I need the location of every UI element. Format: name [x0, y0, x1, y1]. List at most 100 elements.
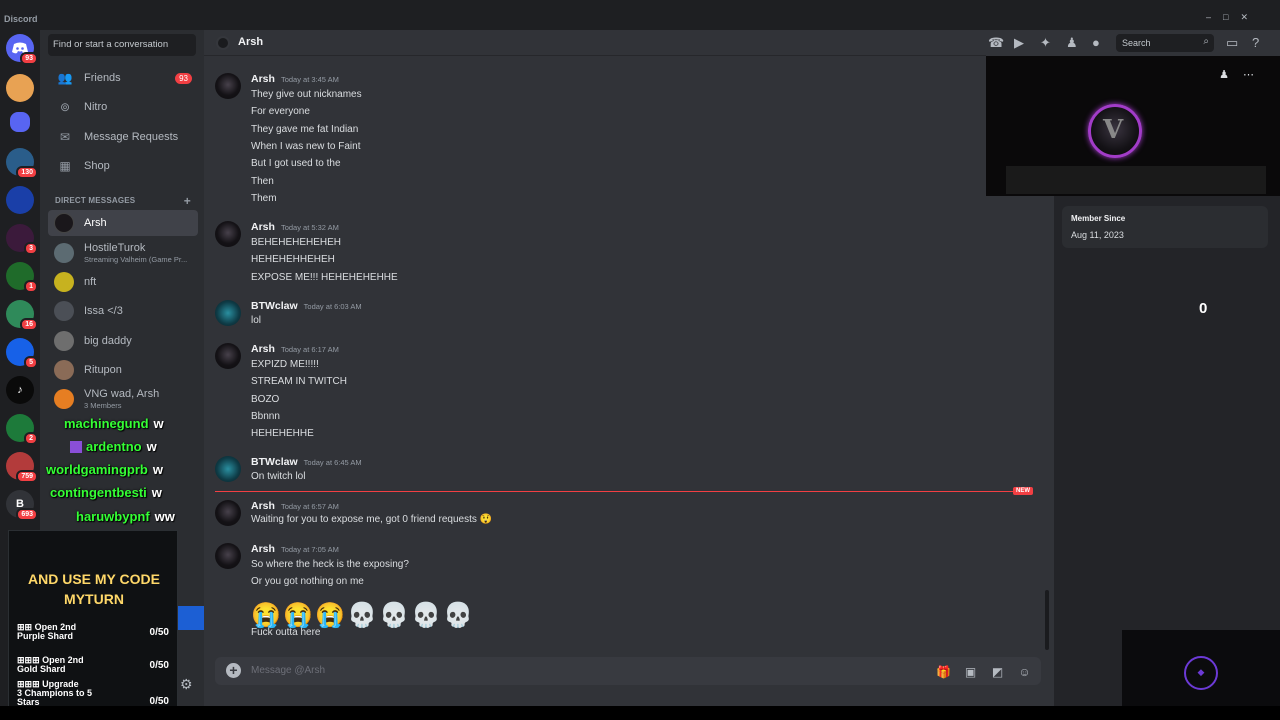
- sticker-icon[interactable]: ◩: [989, 663, 1006, 680]
- avatar[interactable]: [215, 543, 241, 569]
- video-call-icon[interactable]: ▶: [1014, 35, 1024, 51]
- find-conversation-input[interactable]: Find or start a conversation: [48, 34, 196, 56]
- attach-plus-icon[interactable]: +: [226, 663, 241, 678]
- message-group: BTWclaw Today at 6:45 AM On twitch lol: [215, 456, 1035, 486]
- message-author[interactable]: Arsh Today at 3:45 AM: [251, 73, 339, 85]
- message-text: lol: [251, 315, 262, 326]
- member-since-card: Member Since Aug 11, 2023: [1062, 206, 1268, 248]
- folder-icon[interactable]: [10, 112, 30, 132]
- settings-gear-icon[interactable]: ⚙: [180, 676, 193, 693]
- avatar: [54, 272, 74, 292]
- user-profile-icon[interactable]: ●: [1092, 35, 1100, 50]
- nav-nitro[interactable]: ⊚ Nitro: [48, 94, 198, 120]
- dm-item-ritupon[interactable]: Ritupon: [48, 357, 198, 383]
- avatar[interactable]: [215, 343, 241, 369]
- nav-shop[interactable]: ▦ Shop: [48, 153, 198, 179]
- server-icon[interactable]: 130: [6, 148, 38, 179]
- new-messages-divider: NEW: [215, 487, 1033, 495]
- new-badge: NEW: [1013, 487, 1033, 495]
- gif-icon[interactable]: ▣: [962, 663, 979, 680]
- help-icon[interactable]: ?: [1252, 35, 1259, 50]
- channel-title: Arsh: [238, 36, 264, 48]
- home-button[interactable]: 93: [6, 34, 38, 65]
- profile-actions[interactable]: ♟⋯: [1219, 68, 1268, 81]
- create-dm-plus-icon[interactable]: +: [184, 194, 191, 208]
- message-text: They give out nicknames: [251, 89, 362, 100]
- nav-friends[interactable]: 👥 Friends 93: [48, 65, 198, 91]
- avatar: [54, 360, 74, 380]
- server-icon[interactable]: 16: [6, 300, 38, 331]
- message-author[interactable]: Arsh Today at 6:57 AM: [251, 500, 339, 512]
- skull-emoji: 💀: [379, 601, 409, 629]
- avatar[interactable]: [215, 500, 241, 526]
- pin-icon[interactable]: ✦: [1040, 35, 1051, 51]
- dm-item-arsh[interactable]: Arsh: [48, 210, 198, 236]
- loudly-crying-emoji: 😭: [315, 601, 345, 629]
- server-icon[interactable]: 5: [6, 338, 38, 369]
- dm-item-hostileturok[interactable]: HostileTurok Streaming Valheim (Game Pr..…: [48, 240, 198, 266]
- avatar[interactable]: [215, 300, 241, 326]
- message-text: BEHEHEHEHEHEH: [251, 237, 342, 248]
- tiktok-server-icon[interactable]: ♪: [6, 376, 34, 404]
- message-text: STREAM IN TWITCH: [251, 376, 347, 387]
- message-author[interactable]: Arsh Today at 5:32 AM: [251, 221, 339, 233]
- message-text: HEHEHEHHEHEH: [251, 254, 335, 265]
- mail-icon: ✉: [59, 130, 71, 144]
- add-friend-icon[interactable]: ♟: [1066, 35, 1078, 51]
- message-text: When I was new to Faint: [251, 141, 361, 152]
- message-composer[interactable]: + Message @Arsh 🎁 ▣ ◩ ☺: [215, 657, 1041, 685]
- message-text: Or you got nothing on me: [251, 576, 364, 587]
- profile-avatar[interactable]: V: [1088, 104, 1142, 158]
- server-icon[interactable]: [6, 74, 34, 102]
- message-text: Them: [251, 193, 277, 204]
- inbox-icon[interactable]: ▭: [1226, 35, 1238, 51]
- emoji-picker-icon[interactable]: ☺: [1016, 663, 1033, 680]
- avatar: [54, 331, 74, 351]
- overlay-counter: 0: [1199, 300, 1208, 317]
- server-icon[interactable]: B 693: [6, 490, 38, 521]
- message-group: BTWclaw Today at 6:03 AM lol: [215, 300, 1035, 330]
- chat-scrollbar[interactable]: [1045, 590, 1049, 650]
- message-author[interactable]: Arsh Today at 6:17 AM: [251, 343, 339, 355]
- message-input[interactable]: Message @Arsh: [251, 665, 325, 676]
- message-text: BOZO: [251, 394, 280, 405]
- group-avatar: [54, 389, 74, 409]
- promo-code: AND USE MY CODE MYTURN: [28, 571, 160, 607]
- message-author[interactable]: Arsh Today at 7:05 AM: [251, 543, 339, 555]
- message-text: EXPOSE ME!!! HEHEHEHEHHE: [251, 272, 398, 283]
- server-icon[interactable]: 3: [6, 224, 38, 255]
- skull-emoji: 💀: [411, 601, 441, 629]
- avatar[interactable]: [215, 73, 241, 99]
- server-icon[interactable]: 759: [6, 452, 38, 483]
- profile-banner: ♟⋯ V: [986, 56, 1280, 196]
- dm-item-group[interactable]: VNG wad, Arsh 3 Members: [48, 386, 198, 412]
- avatar[interactable]: [215, 456, 241, 482]
- nav-label: Message Requests: [84, 131, 179, 143]
- dm-item-issa[interactable]: Issa </3: [48, 298, 198, 324]
- nav-message-requests[interactable]: ✉ Message Requests: [48, 124, 198, 150]
- message-text: Fuck outta here: [251, 627, 321, 638]
- streaming-indicator[interactable]: [178, 606, 204, 630]
- member-since-value: Aug 11, 2023: [1071, 230, 1124, 240]
- message-group: Arsh Today at 3:45 AM They give out nickn…: [215, 73, 1035, 204]
- call-icon[interactable]: ☎: [988, 35, 1004, 51]
- server-icon[interactable]: 1: [6, 262, 38, 293]
- server-icon[interactable]: 2: [6, 414, 38, 445]
- server-icon[interactable]: [6, 186, 34, 214]
- chat-line: machinegund w: [64, 416, 164, 431]
- search-input[interactable]: Search ⌕: [1116, 34, 1214, 52]
- message-text: They gave me fat Indian: [251, 124, 359, 135]
- nav-label: Shop: [84, 160, 110, 172]
- message-author[interactable]: BTWclaw Today at 6:03 AM: [251, 300, 362, 312]
- message-text: On twitch lol: [251, 471, 306, 482]
- dm-item-big-daddy[interactable]: big daddy: [48, 328, 198, 354]
- nitro-icon: ⊚: [59, 100, 71, 114]
- gift-icon[interactable]: 🎁: [935, 663, 952, 680]
- message-author[interactable]: BTWclaw Today at 6:45 AM: [251, 456, 362, 468]
- avatar[interactable]: [215, 221, 241, 247]
- message-text: EXPIZD ME!!!!!: [251, 359, 319, 370]
- composer-tools: 🎁 ▣ ◩ ☺: [935, 663, 1033, 680]
- dm-item-nft[interactable]: nft: [48, 269, 198, 295]
- emoji-row: 😭 😭 😭 💀 💀 💀 💀: [251, 600, 473, 630]
- window-controls[interactable]: –□✕: [1206, 12, 1260, 23]
